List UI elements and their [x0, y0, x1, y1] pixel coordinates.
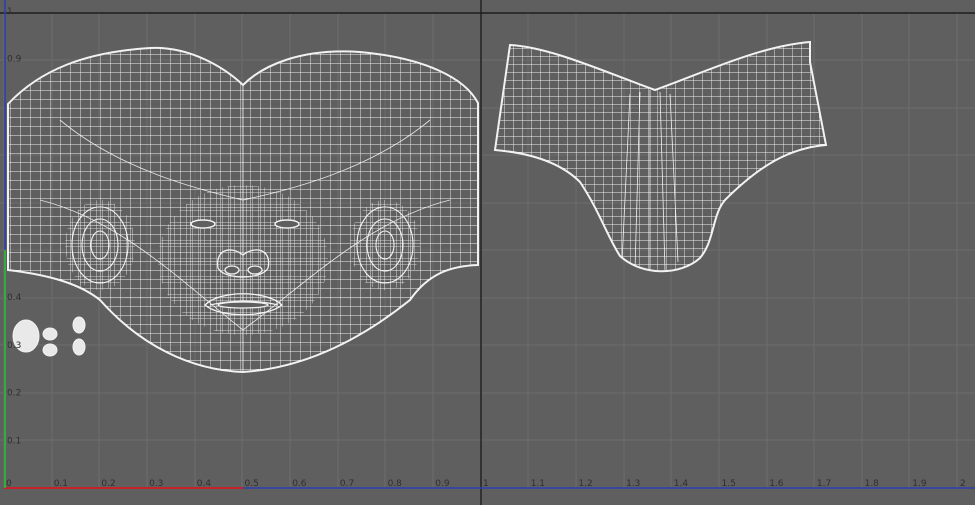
v-tick-label: 0.9 [7, 55, 22, 65]
u-tick-label: 0.1 [54, 479, 68, 489]
v-tick-label: 1 [7, 7, 13, 17]
v-tick-label: 0.3 [7, 341, 21, 351]
u-tick-label: 0.5 [245, 479, 259, 489]
v-tick-label: 0.1 [7, 436, 21, 446]
u-tick-label: 1.6 [769, 479, 784, 489]
u-tick-label: 0.9 [435, 479, 450, 489]
u-tick-label: 0.6 [292, 479, 307, 489]
eye-uv-shells[interactable] [12, 316, 86, 357]
u-tick-label: 1.1 [531, 479, 545, 489]
u-tick-label: 0.8 [388, 479, 403, 489]
uv-texture-editor[interactable]: 0 0.1 0.2 0.3 0.4 0.5 0.6 0.7 0.8 0.9 1 1.1 1.2 1.3 1.… [0, 0, 975, 505]
left-eye-hole [190, 219, 216, 229]
u-tick-label: 2 [960, 479, 966, 489]
u-tick-label: 1 [483, 479, 489, 489]
u-tick-label: 0.3 [149, 479, 163, 489]
v-tick-label: 0.2 [7, 389, 21, 399]
u-tick-label: 0.2 [101, 479, 115, 489]
u-tick-label: 1.9 [912, 479, 927, 489]
u-tick-label: 1.5 [722, 479, 736, 489]
u-tick-label: 1.4 [674, 479, 689, 489]
u-tick-label: 0.7 [340, 479, 354, 489]
v-tick-label: 0.4 [7, 293, 22, 303]
u-tick-label: 0 [6, 479, 12, 489]
head-uv-shell[interactable] [0, 40, 480, 380]
u-tick-label: 0.4 [197, 479, 212, 489]
u-tick-label: 1.7 [817, 479, 831, 489]
u-tick-label: 1.8 [865, 479, 880, 489]
u-tick-label: 1.3 [626, 479, 640, 489]
uv-viewport[interactable]: 0 0.1 0.2 0.3 0.4 0.5 0.6 0.7 0.8 0.9 1 1.1 1.2 1.3 1.… [0, 0, 975, 505]
neck-uv-shell[interactable] [490, 38, 830, 278]
u-tick-label: 1.2 [578, 479, 592, 489]
u-axis-tick-labels: 0 0.1 0.2 0.3 0.4 0.5 0.6 0.7 0.8 0.9 1 1.1 1.2 1.3 1.… [6, 479, 966, 489]
right-eye-hole [274, 219, 300, 229]
